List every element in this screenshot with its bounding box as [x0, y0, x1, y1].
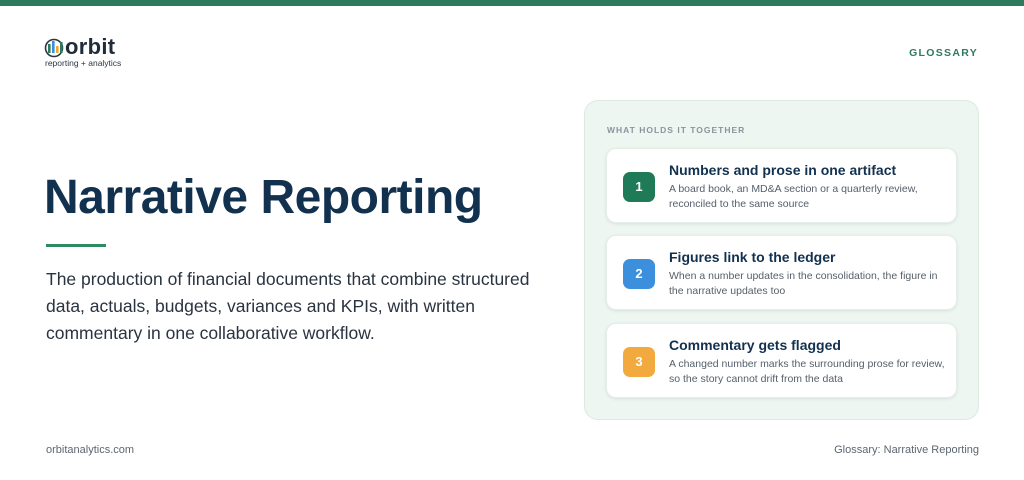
key-point-body: A changed number marks the surrounding p…	[669, 358, 945, 385]
page-description: The production of financial documents th…	[46, 269, 530, 343]
glossary-link[interactable]: GLOSSARY	[909, 47, 978, 59]
key-point-body: When a number updates in the consolidati…	[669, 270, 938, 297]
top-accent-bar	[0, 0, 1024, 6]
number-badge: 3	[623, 347, 655, 377]
key-point-title: Numbers and prose in one artifact	[669, 162, 897, 178]
orbit-logo[interactable]: orbit reporting + analytics	[44, 34, 154, 70]
panel-heading: WHAT HOLDS IT TOGETHER	[607, 125, 746, 135]
logo-wordmark: orbit	[65, 34, 116, 59]
key-point-card: 1 Numbers and prose in one artifact A bo…	[606, 148, 957, 223]
key-points-panel: WHAT HOLDS IT TOGETHER 1 Numbers and pro…	[584, 100, 979, 420]
key-point-title: Commentary gets flagged	[669, 337, 841, 353]
footer-page-label: Glossary: Narrative Reporting	[834, 444, 979, 456]
key-point-title: Figures link to the ledger	[669, 249, 836, 265]
orbit-logo-mark-icon	[44, 38, 64, 58]
footer-site-link[interactable]: orbitanalytics.com	[46, 444, 134, 456]
key-point-card: 3 Commentary gets flagged A changed numb…	[606, 323, 957, 398]
key-point-body: A board book, an MD&A section or a quart…	[669, 183, 918, 210]
number-badge: 1	[623, 172, 655, 202]
key-point-card: 2 Figures link to the ledger When a numb…	[606, 235, 957, 310]
page-title: Narrative Reporting	[44, 171, 483, 224]
number-badge: 2	[623, 259, 655, 289]
logo-tagline: reporting + analytics	[45, 58, 122, 68]
title-underline	[46, 244, 106, 247]
